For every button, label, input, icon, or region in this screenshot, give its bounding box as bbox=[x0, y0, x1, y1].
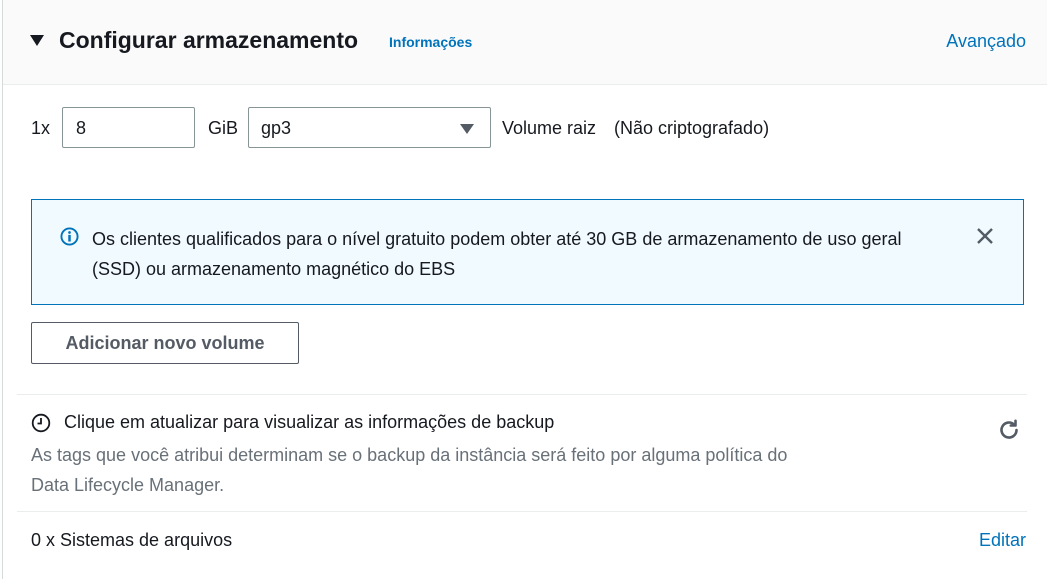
volume-unit-label: GiB bbox=[208, 118, 239, 138]
info-link[interactable]: Informações bbox=[389, 34, 472, 50]
encryption-label: (Não criptografado) bbox=[614, 118, 770, 138]
volume-type-value: gp3 bbox=[261, 118, 292, 138]
volume-type-select[interactable]: gp3 bbox=[248, 107, 491, 148]
info-icon bbox=[60, 227, 79, 246]
divider bbox=[17, 511, 1027, 512]
section-header: Configurar armazenamento Informações Ava… bbox=[3, 0, 1047, 85]
divider bbox=[17, 394, 1027, 395]
caret-down-icon[interactable] bbox=[30, 35, 44, 46]
advanced-link[interactable]: Avançado bbox=[946, 31, 1026, 52]
storage-panel: Configurar armazenamento Informações Ava… bbox=[2, 0, 1047, 579]
alert-text: Os clientes qualificados para o nível gr… bbox=[92, 229, 902, 279]
volume-root-label: Volume raiz bbox=[502, 118, 597, 138]
section-title[interactable]: Configurar armazenamento bbox=[59, 27, 358, 54]
edit-file-systems-link[interactable]: Editar bbox=[979, 530, 1026, 551]
add-volume-button[interactable]: Adicionar novo volume bbox=[31, 322, 299, 364]
backup-title: Clique em atualizar para visualizar as i… bbox=[64, 412, 555, 432]
backup-description: As tags que você atribui determinam se o… bbox=[31, 445, 788, 495]
volume-count-label: 1x bbox=[31, 118, 51, 138]
dropdown-arrow-icon bbox=[460, 124, 474, 134]
file-systems-label: 0 x Sistemas de arquivos bbox=[31, 530, 233, 550]
volume-size-input[interactable]: 8 bbox=[62, 107, 195, 148]
free-tier-alert: Os clientes qualificados para o nível gr… bbox=[31, 199, 1024, 305]
refresh-icon[interactable] bbox=[997, 418, 1021, 442]
close-icon[interactable] bbox=[975, 226, 995, 246]
clock-icon bbox=[31, 413, 51, 433]
